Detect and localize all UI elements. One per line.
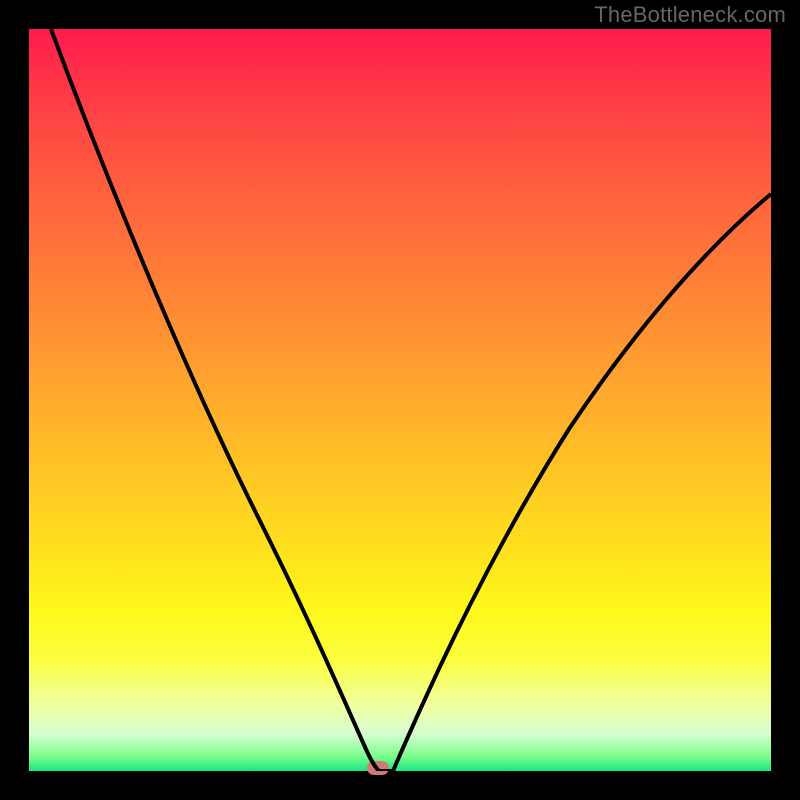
watermark-text: TheBottleneck.com — [594, 2, 786, 28]
bottleneck-curve — [29, 29, 771, 771]
chart-frame: TheBottleneck.com — [0, 0, 800, 800]
curve-path — [51, 29, 771, 771]
plot-area — [29, 29, 771, 771]
